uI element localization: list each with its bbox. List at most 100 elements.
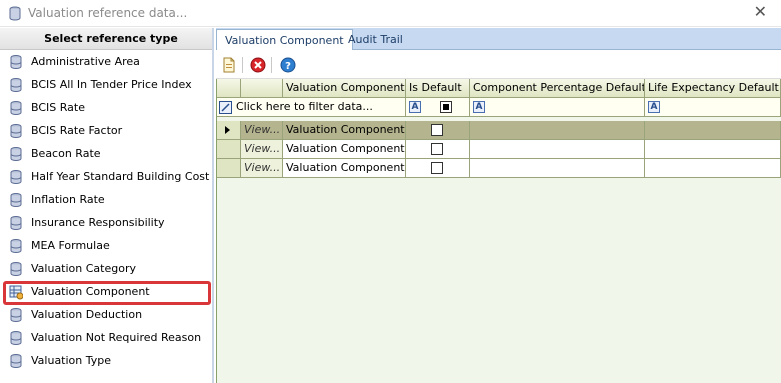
svg-text:?: ? xyxy=(285,61,291,72)
column-header-is-default[interactable]: Is Default xyxy=(406,79,470,98)
view-column-header xyxy=(241,79,283,98)
reference-type-item[interactable]: Valuation Not Required Reason xyxy=(0,327,212,349)
column-header-component-percentage-default[interactable]: Component Percentage Default xyxy=(470,79,645,98)
database-icon xyxy=(10,262,22,276)
reference-type-label: BCIS Rate Factor xyxy=(31,124,123,137)
valuation-component-cell[interactable]: Valuation Component xyxy=(283,121,406,140)
filter-row: Click here to filter data... A A A xyxy=(217,98,781,117)
column-header-life-expectancy-default[interactable]: Life Expectancy Default xyxy=(645,79,781,98)
reference-type-panel: Select reference type Administrative Are… xyxy=(0,28,214,383)
tab-valuation-component[interactable]: Valuation Component xyxy=(216,29,353,50)
database-icon xyxy=(10,147,22,161)
reference-data-panel: Valuation Component Audit Trail ? Valuat… xyxy=(216,28,781,383)
title-bar: Valuation reference data... ✕ xyxy=(0,0,781,27)
grid-header-row: Valuation Component Is Default Component… xyxy=(217,79,781,98)
reference-type-item[interactable]: Valuation Deduction xyxy=(0,304,212,326)
database-icon xyxy=(10,124,22,138)
database-icon xyxy=(10,308,22,322)
reference-type-item[interactable]: Valuation Category xyxy=(0,258,212,280)
life-expectancy-cell[interactable] xyxy=(645,159,781,178)
reference-type-label: Valuation Category xyxy=(31,262,136,275)
component-percentage-cell[interactable] xyxy=(470,140,645,159)
is-default-cell[interactable] xyxy=(406,121,470,140)
filter-is-default-checkbox[interactable] xyxy=(440,101,452,113)
filter-placeholder: Click here to filter data... xyxy=(236,100,373,113)
database-icon xyxy=(10,101,22,115)
data-grid: Valuation Component Is Default Component… xyxy=(216,79,781,383)
row-selector[interactable] xyxy=(217,121,241,140)
table-row[interactable]: View... Valuation Component xyxy=(217,159,781,178)
current-row-arrow-icon xyxy=(225,126,230,134)
window-title: Valuation reference data... xyxy=(28,6,188,20)
database-icon xyxy=(10,239,22,253)
help-icon[interactable]: ? xyxy=(279,56,297,74)
view-link[interactable]: View... xyxy=(241,140,283,159)
view-link[interactable]: View... xyxy=(241,121,283,140)
filter-cell[interactable]: Click here to filter data... xyxy=(217,98,406,117)
component-percentage-cell[interactable] xyxy=(470,121,645,140)
component-percentage-cell[interactable] xyxy=(470,159,645,178)
reference-type-item[interactable]: Valuation Component xyxy=(0,281,212,305)
tab-strip: Valuation Component Audit Trail xyxy=(216,28,781,50)
toolbar-separator xyxy=(242,57,243,73)
filter-component-percentage-cell[interactable]: A xyxy=(470,98,645,117)
reference-type-label: Valuation Type xyxy=(31,354,112,367)
database-icon xyxy=(10,78,22,92)
reference-type-item[interactable]: Insurance Responsibility xyxy=(0,212,212,234)
selected-table-icon xyxy=(9,285,23,300)
reference-type-label: Valuation Deduction xyxy=(31,308,143,321)
reference-type-label: Valuation Not Required Reason xyxy=(31,331,202,344)
life-expectancy-cell[interactable] xyxy=(645,121,781,140)
table-row[interactable]: View... Valuation Component xyxy=(217,140,781,159)
is-default-checkbox[interactable] xyxy=(431,162,443,174)
close-icon[interactable]: ✕ xyxy=(754,3,767,21)
reference-type-item[interactable]: MEA Formulae xyxy=(0,235,212,257)
text-filter-icon[interactable]: A xyxy=(409,101,421,113)
reference-type-item[interactable]: Half Year Standard Building Cost xyxy=(0,166,212,188)
reference-type-label: Valuation Component xyxy=(31,285,150,298)
valuation-component-cell[interactable]: Valuation Component xyxy=(283,140,406,159)
row-selector[interactable] xyxy=(217,159,241,178)
toolbar: ? xyxy=(216,51,781,79)
reference-type-label: BCIS Rate xyxy=(31,101,85,114)
reference-type-label: Administrative Area xyxy=(31,55,140,68)
tab-audit-trail[interactable]: Audit Trail xyxy=(340,29,411,50)
reference-type-item[interactable]: Valuation Type xyxy=(0,350,212,372)
reference-type-label: Insurance Responsibility xyxy=(31,216,165,229)
delete-icon[interactable] xyxy=(249,56,267,74)
reference-type-item[interactable]: BCIS All In Tender Price Index xyxy=(0,74,212,96)
filter-edit-icon xyxy=(219,101,232,114)
is-default-cell[interactable] xyxy=(406,159,470,178)
row-selector[interactable] xyxy=(217,140,241,159)
reference-type-label: Beacon Rate xyxy=(31,147,101,160)
filter-life-expectancy-cell[interactable]: A xyxy=(645,98,781,117)
reference-type-item[interactable]: Beacon Rate xyxy=(0,143,212,165)
reference-type-label: Inflation Rate xyxy=(31,193,105,206)
filter-is-default-cell[interactable]: A xyxy=(406,98,470,117)
life-expectancy-cell[interactable] xyxy=(645,140,781,159)
database-icon xyxy=(10,354,22,368)
view-link[interactable]: View... xyxy=(241,159,283,178)
database-icon xyxy=(10,193,22,207)
is-default-cell[interactable] xyxy=(406,140,470,159)
text-filter-icon[interactable]: A xyxy=(648,101,660,113)
reference-type-label: BCIS All In Tender Price Index xyxy=(31,78,192,91)
database-icon xyxy=(10,216,22,230)
is-default-checkbox[interactable] xyxy=(431,124,443,136)
row-indicator-header xyxy=(217,79,241,98)
reference-type-label: MEA Formulae xyxy=(31,239,110,252)
reference-type-header: Select reference type xyxy=(0,28,212,50)
reference-type-item[interactable]: BCIS Rate Factor xyxy=(0,120,212,142)
reference-type-item[interactable]: Inflation Rate xyxy=(0,189,212,211)
reference-type-item[interactable]: BCIS Rate xyxy=(0,97,212,119)
is-default-checkbox[interactable] xyxy=(431,143,443,155)
database-icon xyxy=(10,170,22,184)
new-document-icon[interactable] xyxy=(220,56,238,74)
table-row[interactable]: View... Valuation Component xyxy=(217,121,781,140)
text-filter-icon[interactable]: A xyxy=(473,101,485,113)
reference-type-item[interactable]: Administrative Area xyxy=(0,51,212,73)
toolbar-separator xyxy=(271,57,272,73)
column-header-valuation-component[interactable]: Valuation Component xyxy=(283,79,406,98)
database-icon xyxy=(10,331,22,345)
valuation-component-cell[interactable]: Valuation Component xyxy=(283,159,406,178)
